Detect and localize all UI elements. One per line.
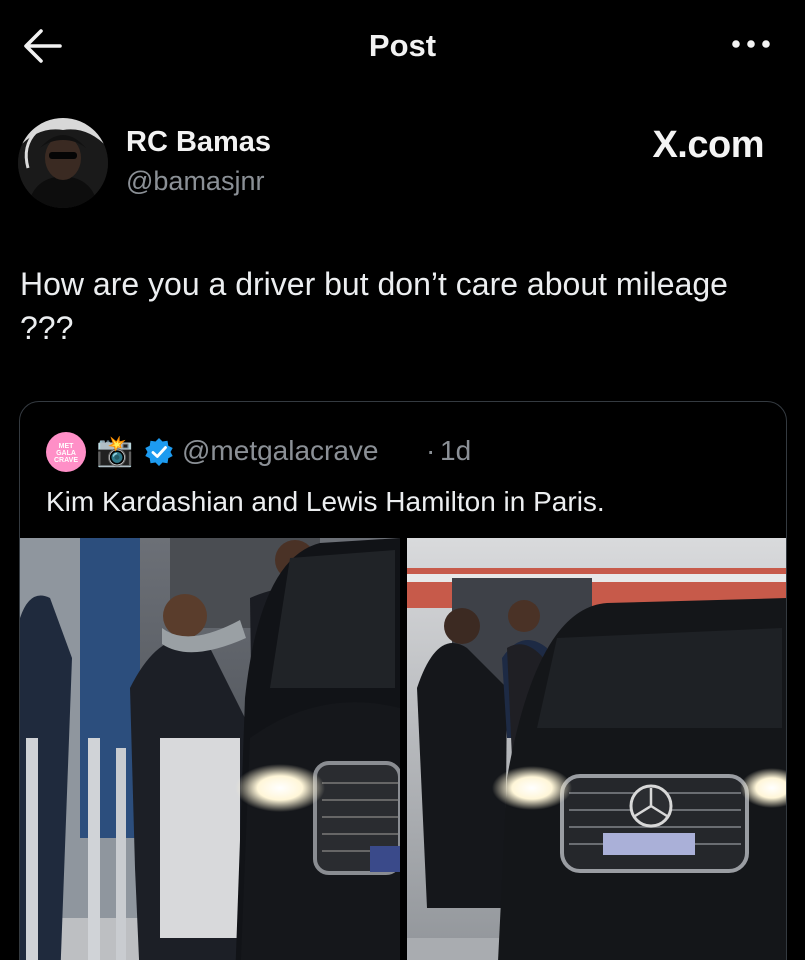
quoted-avatar-logo-text: MET GALA CRAVE [54,443,78,464]
post-text: How are you a driver but don’t care abou… [20,266,728,346]
avatar[interactable] [18,118,108,208]
quoted-post-card[interactable]: MET GALA CRAVE 📸 @metgalacrave · 1d Kim … [19,401,787,960]
verified-badge-icon [145,438,173,466]
page-title: Post [368,28,437,63]
author-handle[interactable]: @bamasjnr [126,166,264,197]
quoted-avatar[interactable]: MET GALA CRAVE [46,432,86,472]
profile-photo [18,118,108,208]
quoted-handle[interactable]: @metgalacrave [182,435,379,467]
more-button[interactable] [731,32,771,56]
media-photo-2[interactable] [407,538,786,960]
quoted-post-text: Kim Kardashian and Lewis Hamilton in Par… [46,486,605,517]
top-bar: Post [0,0,805,92]
dot-separator: · [426,435,436,466]
photo-scene-car-garage [20,538,400,960]
more-horizontal-icon [732,40,770,48]
media-photo-1[interactable] [20,538,400,960]
camera-flash-emoji: 📸 [96,435,134,468]
author-name[interactable]: RC Bamas [126,126,271,159]
site-watermark: X.com [652,124,764,166]
post-author: RC Bamas @bamasjnr X.com [18,118,788,210]
photo-scene-car-front [407,538,786,960]
quoted-timestamp[interactable]: 1d [440,435,471,467]
quoted-post-header: MET GALA CRAVE 📸 @metgalacrave · 1d [46,432,746,472]
